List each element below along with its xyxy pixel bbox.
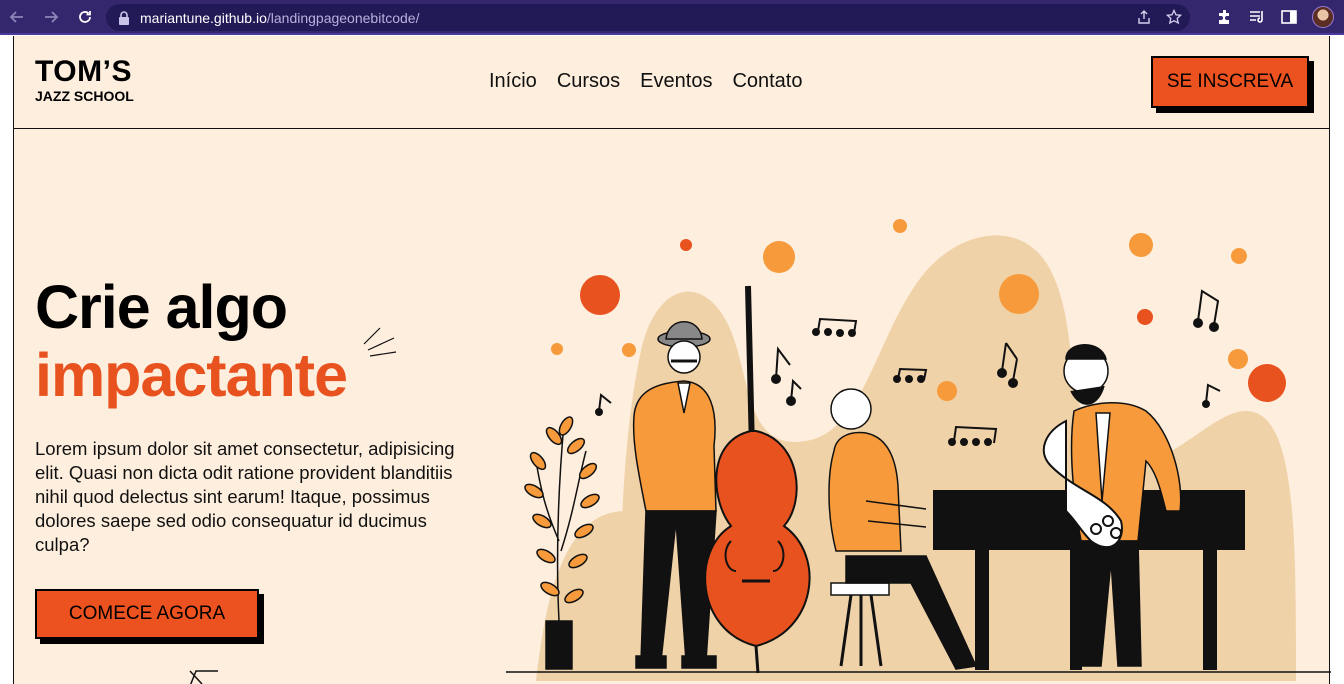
decor-circle [1228,349,1248,369]
site-header: TOM’S JAZZ SCHOOL Início Cursos Eventos … [14,36,1329,129]
nav-link-inicio[interactable]: Início [489,70,537,93]
decor-circle [893,219,907,233]
extensions-icon[interactable] [1216,8,1234,26]
media-icon[interactable] [1248,8,1266,26]
decor-circle [551,343,563,355]
jazz-band-illustration [506,219,1331,681]
sparkle-decoration-icon [363,327,397,357]
hero-title-line2: impactante [35,341,348,409]
logo-title: TOM’S [35,55,132,88]
site-logo[interactable]: TOM’S JAZZ SCHOOL [35,55,134,105]
lock-icon[interactable] [118,10,130,25]
sidepanel-icon[interactable] [1280,8,1298,26]
nav-link-cursos[interactable]: Cursos [557,70,620,93]
nav-link-eventos[interactable]: Eventos [640,70,712,93]
music-note-icon [1202,383,1221,408]
music-note-icon [595,393,612,416]
decor-circle [680,239,692,251]
nav-link-contato[interactable]: Contato [732,70,802,93]
music-note-icon [771,346,802,406]
hero-title-line1: Crie algo [35,273,288,341]
address-bar[interactable]: mariantune.github.io/landingpageonebitco… [106,4,1190,31]
arrow-decoration-icon [189,670,218,684]
landing-page: TOM’S JAZZ SCHOOL Início Cursos Eventos … [13,36,1331,684]
star-icon[interactable] [1166,9,1182,25]
hero-description: Lorem ipsum dolor sit amet consectetur, … [35,438,455,555]
decor-circle [999,274,1039,314]
signup-button[interactable]: SE INSCREVA [1151,56,1309,108]
logo-subtitle: JAZZ SCHOOL [35,88,134,104]
profile-avatar[interactable] [1312,6,1334,28]
decor-circle [937,381,957,401]
decor-circle [622,343,636,357]
main-nav: Início Cursos Eventos Contato [489,70,803,93]
hero-title: Crie algo impactante [35,273,348,410]
back-icon[interactable] [6,6,28,28]
url-text[interactable]: mariantune.github.io/landingpageonebitco… [140,10,419,26]
reload-icon[interactable] [74,6,96,28]
decor-circle [1231,248,1247,264]
forward-icon[interactable] [40,6,62,28]
browser-toolbar: mariantune.github.io/landingpageonebitco… [0,0,1344,35]
decor-circle [1129,233,1153,257]
music-note-icon [1193,289,1220,332]
decor-circle [580,275,620,315]
decor-circle [1248,364,1286,402]
decor-circle [763,241,795,273]
decor-circle [1137,309,1153,325]
share-icon[interactable] [1136,9,1152,25]
cta-button[interactable]: COMECE AGORA [35,589,259,639]
music-note-icon [812,317,858,337]
